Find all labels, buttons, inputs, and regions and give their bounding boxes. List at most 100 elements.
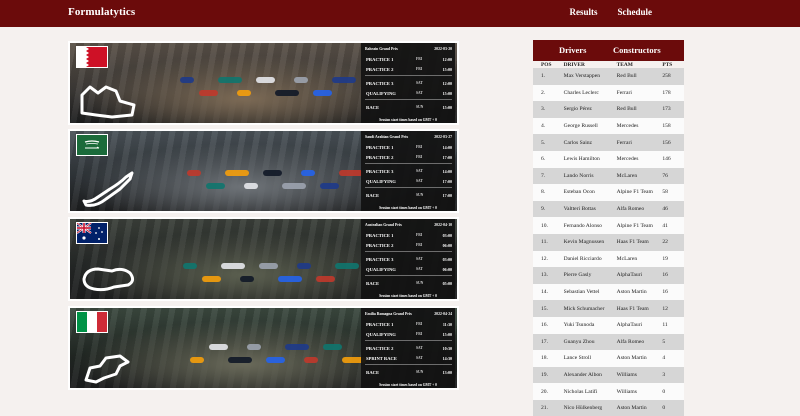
table-row[interactable]: 2. Charles Leclerc Ferrari 178 bbox=[533, 84, 684, 102]
team-cell: Haas F1 Team bbox=[616, 300, 663, 317]
session-row: PRACTICE 2 FRI 17:00 bbox=[366, 153, 452, 162]
team-cell: Mercedes bbox=[616, 117, 663, 135]
session-row: PRACTICE 1 FRI 11:30 bbox=[366, 320, 452, 329]
session-row: RACE SUN 05:00 bbox=[366, 279, 452, 288]
race-car-shape bbox=[320, 183, 339, 189]
driver-cell: Esteban Ocon bbox=[563, 184, 617, 201]
table-row[interactable]: 19. Alexander Albon Williams 3 bbox=[533, 366, 684, 384]
session-row: PRACTICE 3 SAT 03:00 bbox=[366, 255, 452, 264]
session-row: QUALIFYING SAT 17:00 bbox=[366, 177, 452, 186]
driver-cell: Lance Stroll bbox=[563, 350, 617, 367]
team-cell: Ferrari bbox=[616, 84, 663, 102]
race-heading: Bahrain Grand Prix 2022-03-20 bbox=[365, 47, 452, 51]
points-cell: 58 bbox=[662, 184, 684, 201]
race-car-shape bbox=[256, 77, 275, 83]
pos-cell: 2. bbox=[533, 84, 564, 102]
race-heading: Saudi Arabian Grand Prix 2022-03-27 bbox=[365, 135, 452, 139]
session-row: PRACTICE 2 FRI 15:00 bbox=[366, 65, 452, 74]
driver-cell: George Russell bbox=[563, 117, 617, 135]
session-row: RACE SUN 15:00 bbox=[366, 103, 452, 112]
race-card[interactable]: Emilia Romagna Grand Prix 2022-04-24 PRACT… bbox=[68, 306, 459, 390]
table-row[interactable]: 9. Valtteri Bottas Alfa Romeo 46 bbox=[533, 200, 684, 218]
session-divider bbox=[365, 251, 452, 252]
session-divider bbox=[365, 99, 452, 100]
session-time: 17:00 bbox=[442, 179, 452, 184]
session-row: PRACTICE 3 SAT 12:00 bbox=[366, 79, 452, 88]
table-row[interactable]: 12. Daniel Ricciardo McLaren 19 bbox=[533, 250, 684, 268]
points-cell: 3 bbox=[662, 366, 684, 384]
race-name: Bahrain Grand Prix bbox=[365, 47, 398, 51]
table-row[interactable]: 16. Yuki Tsunoda AlphaTauri 11 bbox=[533, 316, 684, 334]
nav-schedule-link[interactable]: Schedule bbox=[617, 7, 652, 17]
table-row[interactable]: 5. Carlos Sainz Ferrari 156 bbox=[533, 134, 684, 151]
session-day: SAT bbox=[416, 169, 423, 173]
country-flag-icon bbox=[76, 134, 108, 156]
pos-cell: 21. bbox=[533, 399, 564, 416]
driver-cell: Valtteri Bottas bbox=[563, 200, 617, 218]
table-row[interactable]: 13. Pierre Gasly AlphaTauri 16 bbox=[533, 267, 684, 284]
timezone-note: Session start times based on GMT + 0 bbox=[379, 383, 437, 387]
session-name: QUALIFYING bbox=[366, 179, 396, 184]
race-car-shape bbox=[313, 90, 332, 96]
table-row[interactable]: 11. Kevin Magnussen Haas F1 Team 22 bbox=[533, 233, 684, 251]
session-name: PRACTICE 1 bbox=[366, 233, 394, 238]
circuit-map-icon bbox=[76, 79, 140, 123]
header-pos: POS bbox=[541, 61, 552, 68]
points-cell: 16 bbox=[662, 267, 684, 284]
circuit-map-icon bbox=[76, 344, 140, 388]
table-row[interactable]: 8. Esteban Ocon Alpine F1 Team 58 bbox=[533, 184, 684, 201]
session-time: 12:00 bbox=[442, 81, 452, 86]
driver-cell: Kevin Magnussen bbox=[563, 233, 617, 251]
points-cell: 76 bbox=[662, 167, 684, 185]
table-row[interactable]: 20. Nicholas Latifi Williams 0 bbox=[533, 383, 684, 400]
session-time: 06:00 bbox=[442, 243, 452, 248]
session-time: 14:00 bbox=[442, 169, 452, 174]
race-card[interactable]: Saudi Arabian Grand Prix 2022-03-27 PRACTI… bbox=[68, 129, 459, 213]
team-cell: McLaren bbox=[616, 250, 663, 268]
pos-cell: 4. bbox=[533, 117, 564, 135]
table-row[interactable]: 10. Fernando Alonso Alpine F1 Team 41 bbox=[533, 217, 684, 234]
timezone-note: Session start times based on GMT + 0 bbox=[379, 118, 437, 122]
session-name: PRACTICE 3 bbox=[366, 81, 394, 86]
tab-constructors[interactable]: Constructors bbox=[613, 45, 661, 55]
team-cell: Alpine F1 Team bbox=[616, 217, 663, 234]
table-row[interactable]: 7. Lando Norris McLaren 76 bbox=[533, 167, 684, 185]
top-navbar: Formulatytics Results Schedule bbox=[0, 0, 800, 27]
driver-cell: Sergio Pérez bbox=[563, 101, 617, 118]
session-name: RACE bbox=[366, 281, 380, 286]
table-row[interactable]: 4. George Russell Mercedes 158 bbox=[533, 117, 684, 135]
driver-cell: Sebastian Vettel bbox=[563, 283, 617, 301]
table-row[interactable]: 15. Mick Schumacher Haas F1 Team 12 bbox=[533, 300, 684, 317]
team-cell: Williams bbox=[616, 383, 663, 400]
points-cell: 158 bbox=[662, 117, 684, 135]
race-car-shape bbox=[316, 276, 335, 282]
table-row[interactable]: 17. Guanyu Zhou Alfa Romeo 5 bbox=[533, 333, 684, 351]
session-day: SAT bbox=[416, 267, 423, 271]
session-day: SAT bbox=[416, 346, 423, 350]
pos-cell: 5. bbox=[533, 134, 564, 151]
race-card[interactable]: Australian Grand Prix 2022-04-10 PRACTICE … bbox=[68, 217, 459, 301]
race-car-shape bbox=[240, 276, 254, 282]
table-row[interactable]: 18. Lance Stroll Aston Martin 4 bbox=[533, 350, 684, 367]
table-row[interactable]: 14. Sebastian Vettel Aston Martin 16 bbox=[533, 283, 684, 301]
header-pts: PTS bbox=[662, 61, 673, 68]
session-day: SAT bbox=[416, 81, 423, 85]
driver-cell: Yuki Tsunoda bbox=[563, 316, 617, 334]
pos-cell: 9. bbox=[533, 200, 564, 218]
race-card[interactable]: Bahrain Grand Prix 2022-03-20 PRACTICE 1 FR… bbox=[68, 41, 459, 125]
table-row[interactable]: 1. Max Verstappen Red Bull 258 bbox=[533, 68, 684, 85]
circuit-map-icon bbox=[76, 167, 140, 211]
table-row[interactable]: 3. Sergio Pérez Red Bull 173 bbox=[533, 101, 684, 118]
table-row[interactable]: 6. Lewis Hamilton Mercedes 146 bbox=[533, 150, 684, 168]
country-flag-icon bbox=[76, 222, 108, 244]
table-row[interactable]: 21. Nico Hülkenberg Aston Martin 0 bbox=[533, 399, 684, 416]
session-day: FRI bbox=[416, 67, 423, 71]
tab-drivers[interactable]: Drivers bbox=[559, 45, 586, 55]
session-name: RACE bbox=[366, 193, 380, 198]
race-car-shape bbox=[294, 77, 308, 83]
brand-title[interactable]: Formulatytics bbox=[68, 6, 135, 18]
session-name: QUALIFYING bbox=[366, 267, 396, 272]
race-car-shape bbox=[266, 357, 285, 363]
driver-cell: Daniel Ricciardo bbox=[563, 250, 617, 268]
nav-results-link[interactable]: Results bbox=[569, 7, 597, 17]
